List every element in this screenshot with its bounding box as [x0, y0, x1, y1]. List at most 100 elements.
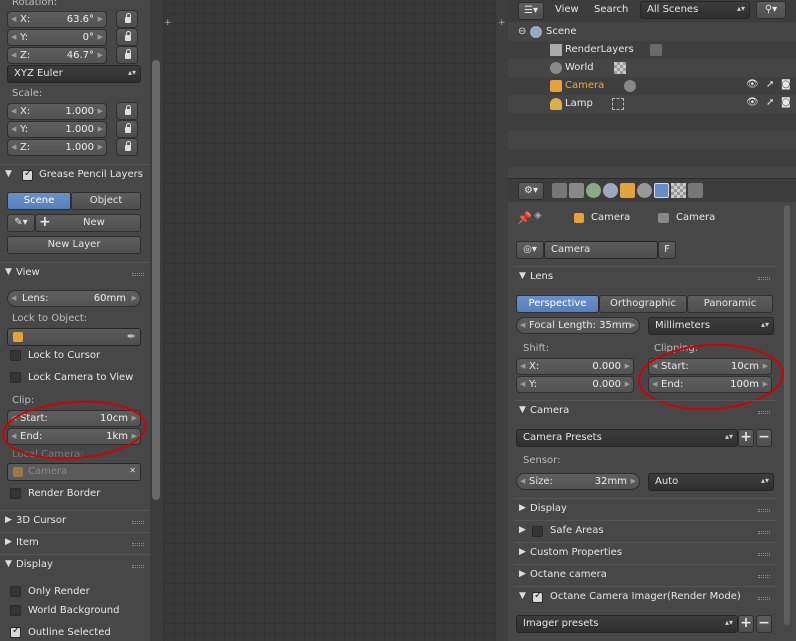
camera-panel-header[interactable]: ▼ Camera: [514, 400, 776, 422]
lock-icon[interactable]: [116, 10, 138, 28]
eyedropper-icon[interactable]: ✒: [127, 330, 136, 343]
cube-icon: [574, 213, 584, 223]
shift-x-field[interactable]: ◀ X: 0.000 ▶: [516, 358, 634, 375]
add-preset-button[interactable]: +: [738, 429, 754, 447]
lens-field[interactable]: ◀ Lens: 60mm ▶: [7, 290, 141, 307]
shift-label: Shift:: [523, 343, 550, 354]
menu-search[interactable]: Search: [594, 4, 628, 15]
render-icon[interactable]: ◙: [781, 97, 791, 108]
list-item[interactable]: Camera 👁 ➚ ◙: [508, 77, 796, 95]
plus-icon[interactable]: +: [164, 18, 172, 28]
plus-icon[interactable]: +: [498, 18, 506, 28]
imager-presets-dropdown[interactable]: Imager presets ▴▾: [516, 615, 738, 633]
grease-pencil-checkbox[interactable]: [22, 168, 33, 181]
lock-to-cursor-checkbox[interactable]: [10, 350, 21, 361]
tab-scene[interactable]: Scene: [7, 192, 71, 210]
3d-viewport[interactable]: +: [162, 0, 496, 641]
scale-x-field[interactable]: ◀ X: 1.000 ▶: [7, 103, 107, 120]
only-render-checkbox[interactable]: [10, 586, 21, 597]
safe-areas-panel-header[interactable]: ▶ Safe Areas: [514, 520, 776, 542]
view-panel-header[interactable]: ▼ View: [0, 262, 150, 284]
remove-preset-button[interactable]: −: [756, 615, 772, 633]
properties-scrollbar[interactable]: [783, 205, 791, 641]
octane-camera-panel-header[interactable]: ▶ Octane camera: [514, 564, 776, 586]
context-tabs: [552, 183, 712, 199]
search-icon[interactable]: ⚲▾: [756, 1, 786, 19]
object-tab-icon[interactable]: [620, 183, 635, 198]
render-border-checkbox[interactable]: [10, 488, 21, 499]
outline-selected-checkbox[interactable]: [10, 625, 21, 638]
new-layer-button[interactable]: New Layer: [7, 236, 141, 254]
rotation-y-field[interactable]: ◀ Y: 0° ▶: [7, 29, 107, 46]
lock-icon[interactable]: [116, 46, 138, 64]
rotation-x-field[interactable]: ◀ X: 63.6° ▶: [7, 11, 107, 28]
scene-tab-icon[interactable]: [586, 183, 601, 198]
lock-object-field[interactable]: ✒: [7, 328, 141, 346]
safe-areas-checkbox[interactable]: [532, 526, 543, 537]
particles-tab-icon[interactable]: [688, 183, 703, 198]
new-button[interactable]: + New: [35, 214, 141, 232]
octane-imager-checkbox[interactable]: [532, 590, 543, 603]
editor-type-icon[interactable]: ☰▾: [518, 2, 544, 20]
lock-icon[interactable]: [116, 28, 138, 46]
3d-cursor-panel-header[interactable]: ▶ 3D Cursor: [0, 510, 150, 532]
list-item[interactable]: Lamp 👁 ➚ ◙: [508, 95, 796, 113]
render-layers-tab-icon[interactable]: [569, 183, 584, 198]
eye-icon[interactable]: 👁: [746, 97, 759, 108]
world-tab-icon[interactable]: [603, 183, 618, 198]
list-item[interactable]: RenderLayers: [508, 41, 796, 59]
cursor-icon[interactable]: ➚: [766, 97, 774, 108]
sensor-fit-dropdown[interactable]: Auto ▴▾: [648, 473, 774, 491]
menu-view[interactable]: View: [555, 4, 579, 15]
octane-imager-panel-header[interactable]: ▼ Octane Camera Imager(Render Mode): [514, 586, 776, 608]
pin-icon[interactable]: 📌: [517, 211, 532, 225]
world-background-label: World Background: [28, 605, 120, 616]
item-panel-header[interactable]: ▶ Item: [0, 532, 150, 554]
scale-z-field[interactable]: ◀ Z: 1.000 ▶: [7, 139, 107, 156]
list-item[interactable]: World: [508, 59, 796, 77]
area-divider[interactable]: +: [496, 0, 508, 641]
pencil-icon[interactable]: ✎▾: [7, 214, 35, 232]
remove-preset-button[interactable]: −: [756, 429, 772, 447]
camera-icon: [550, 80, 562, 92]
lock-icon[interactable]: [116, 102, 138, 120]
tab-perspective[interactable]: Perspective: [516, 295, 599, 313]
sidebar-scrollbar[interactable]: [150, 0, 162, 641]
rotation-z-field[interactable]: ◀ Z: 46.7° ▶: [7, 47, 107, 64]
lens-panel-header[interactable]: ▼ Lens: [514, 266, 776, 288]
lock-camera-to-view-checkbox[interactable]: [10, 372, 21, 383]
list-item[interactable]: ⊖ Scene: [508, 23, 796, 41]
scale-y-field[interactable]: ◀ Y: 1.000 ▶: [7, 121, 107, 138]
fake-user-button[interactable]: F: [658, 241, 676, 259]
lens-unit-dropdown[interactable]: Millimeters ▴▾: [648, 317, 774, 335]
shift-y-field[interactable]: ◀ Y: 0.000 ▶: [516, 376, 634, 393]
only-render-label: Only Render: [28, 586, 90, 597]
lock-icon[interactable]: [116, 138, 138, 156]
lock-icon[interactable]: [116, 120, 138, 138]
display-mode-dropdown[interactable]: All Scenes ▴▾: [640, 1, 750, 19]
editor-type-icon[interactable]: ⚙▾: [518, 182, 544, 200]
tab-orthographic[interactable]: Orthographic: [599, 295, 687, 313]
world-background-checkbox[interactable]: [10, 605, 21, 616]
datablock-name-field[interactable]: Camera: [544, 241, 658, 259]
camera-browse-icon[interactable]: ◎▾: [516, 241, 544, 259]
rotation-mode-dropdown[interactable]: XYZ Euler ▴▾: [7, 65, 141, 83]
display-panel-header[interactable]: ▼ Display: [0, 554, 150, 576]
cursor-icon[interactable]: ➚: [766, 79, 774, 90]
render-icon[interactable]: ◙: [781, 79, 791, 90]
texture-tab-icon[interactable]: [671, 183, 686, 198]
tab-panoramic[interactable]: Panoramic: [687, 295, 773, 313]
add-preset-button[interactable]: +: [738, 615, 754, 633]
focal-length-field[interactable]: ◀ Focal Length: 35mm ▶: [516, 317, 640, 334]
display-panel-header[interactable]: ▶ Display: [514, 498, 776, 520]
grease-pencil-panel-header[interactable]: ▼ Grease Pencil Layers: [0, 164, 150, 186]
custom-properties-panel-header[interactable]: ▶ Custom Properties: [514, 542, 776, 564]
constraints-tab-icon[interactable]: [637, 183, 652, 198]
camera-presets-dropdown[interactable]: Camera Presets ▴▾: [516, 429, 738, 447]
scale-label: Scale:: [12, 88, 43, 99]
camera-data-tab-icon[interactable]: [654, 183, 669, 198]
render-tab-icon[interactable]: [552, 183, 567, 198]
eye-icon[interactable]: 👁: [746, 79, 759, 90]
tab-object[interactable]: Object: [71, 192, 141, 210]
sensor-size-field[interactable]: ◀ Size: 32mm ▶: [516, 473, 640, 490]
